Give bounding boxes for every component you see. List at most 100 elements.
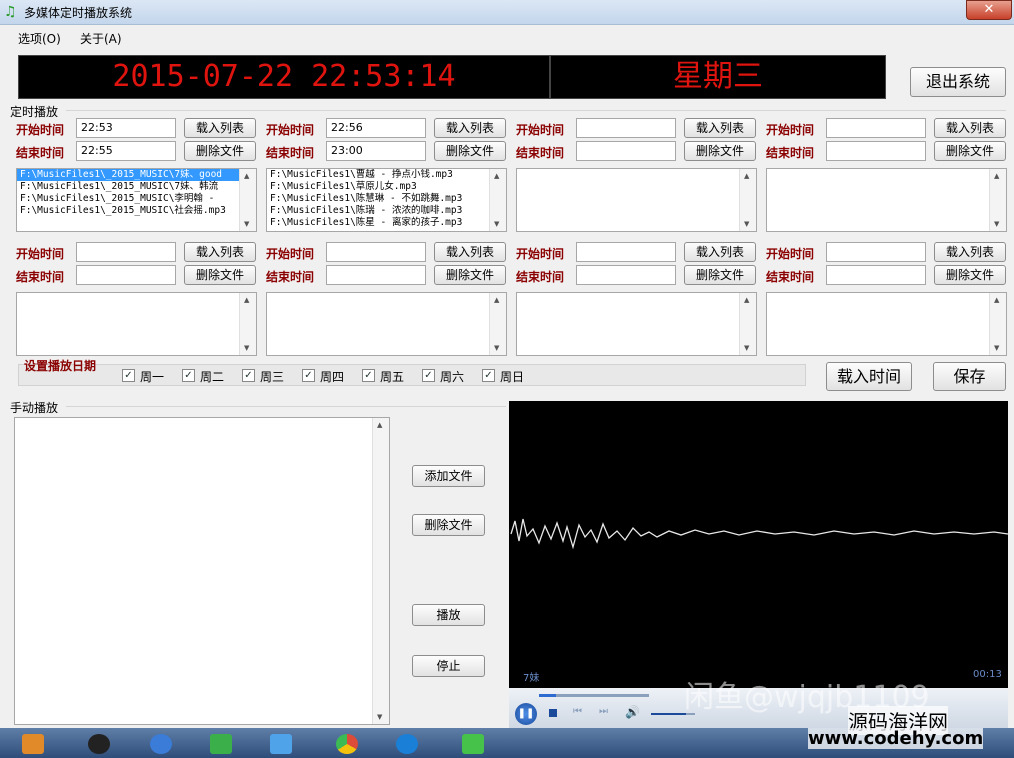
menu-options[interactable]: 选项(O) (18, 30, 61, 47)
close-button[interactable]: ✕ (966, 0, 1012, 20)
file-list-item[interactable]: F:\MusicFiles1\_2015_MUSIC\7妹、韩流 (17, 181, 256, 193)
scroll-down-icon[interactable]: ▼ (744, 220, 749, 228)
day-1-checkbox[interactable]: ✓ (122, 369, 135, 382)
slot-1-load-list-button[interactable]: 载入列表 (184, 118, 256, 138)
scroll-down-icon[interactable]: ▼ (994, 220, 999, 228)
app-taskbar-icon[interactable] (462, 734, 484, 754)
scroll-up-icon[interactable]: ▲ (744, 172, 749, 180)
slot-2-scrollbar[interactable]: ▲ ▼ (489, 169, 506, 231)
slot-5-scrollbar[interactable]: ▲ ▼ (239, 293, 256, 355)
play-button[interactable]: 播放 (412, 604, 485, 626)
file-list-item[interactable]: F:\MusicFiles1\_2015_MUSIC\7妹、good (17, 169, 256, 181)
slot-6-delete-file-button[interactable]: 删除文件 (434, 265, 506, 285)
scroll-down-icon[interactable]: ▼ (744, 344, 749, 352)
slot-2-start-input[interactable]: 22:56 (326, 118, 426, 138)
scroll-down-icon[interactable]: ▼ (244, 220, 249, 228)
day-6-checkbox[interactable]: ✓ (422, 369, 435, 382)
kugou-icon[interactable] (396, 734, 418, 754)
media-player-taskbar-icon[interactable] (22, 734, 44, 754)
file-list-item[interactable]: F:\MusicFiles1\_2015_MUSIC\社会摇.mp3 (17, 205, 256, 217)
seek-bar[interactable] (539, 694, 649, 697)
slot-8-delete-file-button[interactable]: 删除文件 (934, 265, 1006, 285)
slot-5-load-list-button[interactable]: 载入列表 (184, 242, 256, 262)
slot-3-load-list-button[interactable]: 载入列表 (684, 118, 756, 138)
slot-4-delete-file-button[interactable]: 删除文件 (934, 141, 1006, 161)
slot-6-scrollbar[interactable]: ▲ ▼ (489, 293, 506, 355)
slot-8-load-list-button[interactable]: 载入列表 (934, 242, 1006, 262)
exit-system-button[interactable]: 退出系统 (910, 67, 1006, 97)
slot-7-scrollbar[interactable]: ▲ ▼ (739, 293, 756, 355)
music-player-icon[interactable] (210, 734, 232, 754)
slot-7-file-list[interactable]: ▲ ▼ (516, 292, 757, 356)
slot-6-start-input[interactable] (326, 242, 426, 262)
scroll-up-icon[interactable]: ▲ (244, 296, 249, 304)
next-icon[interactable]: ⏭ (599, 706, 608, 717)
day-2-checkbox[interactable]: ✓ (182, 369, 195, 382)
slot-3-end-input[interactable] (576, 141, 676, 161)
manual-delete-file-button[interactable]: 删除文件 (412, 514, 485, 536)
slot-1-file-list[interactable]: F:\MusicFiles1\_2015_MUSIC\7妹、good F:\Mus… (16, 168, 257, 232)
slot-4-file-list[interactable]: ▲ ▼ (766, 168, 1007, 232)
load-time-button[interactable]: 载入时间 (826, 362, 912, 391)
slot-8-end-input[interactable] (826, 265, 926, 285)
slot-4-start-input[interactable] (826, 118, 926, 138)
stop-icon[interactable] (549, 709, 557, 717)
slot-4-scrollbar[interactable]: ▲ ▼ (989, 169, 1006, 231)
volume-icon[interactable]: 🔊 (625, 705, 640, 719)
slot-2-load-list-button[interactable]: 载入列表 (434, 118, 506, 138)
file-list-item[interactable]: F:\MusicFiles1\陈慧琳 - 不如跳舞.mp3 (267, 193, 506, 205)
day-3-checkbox[interactable]: ✓ (242, 369, 255, 382)
slot-4-load-list-button[interactable]: 载入列表 (934, 118, 1006, 138)
slot-6-file-list[interactable]: ▲ ▼ (266, 292, 507, 356)
scroll-up-icon[interactable]: ▲ (494, 296, 499, 304)
slot-4-end-input[interactable] (826, 141, 926, 161)
file-list-item[interactable]: F:\MusicFiles1\陈星 - 离家的孩子.mp3 (267, 217, 506, 229)
scroll-up-icon[interactable]: ▲ (994, 296, 999, 304)
slot-7-delete-file-button[interactable]: 删除文件 (684, 265, 756, 285)
file-list-item[interactable]: F:\MusicFiles1\草原儿女.mp3 (267, 181, 506, 193)
slot-3-file-list[interactable]: ▲ ▼ (516, 168, 757, 232)
chrome-icon[interactable] (336, 734, 358, 754)
browser-icon[interactable] (150, 734, 172, 754)
slot-1-start-input[interactable]: 22:53 (76, 118, 176, 138)
slot-7-end-input[interactable] (576, 265, 676, 285)
slot-5-start-input[interactable] (76, 242, 176, 262)
qq-icon[interactable] (88, 734, 110, 754)
slot-2-end-input[interactable]: 23:00 (326, 141, 426, 161)
scroll-up-icon[interactable]: ▲ (244, 172, 249, 180)
scroll-up-icon[interactable]: ▲ (744, 296, 749, 304)
scroll-down-icon[interactable]: ▼ (994, 344, 999, 352)
slot-8-scrollbar[interactable]: ▲ ▼ (989, 293, 1006, 355)
slot-5-file-list[interactable]: ▲ ▼ (16, 292, 257, 356)
slot-6-load-list-button[interactable]: 载入列表 (434, 242, 506, 262)
slot-7-start-input[interactable] (576, 242, 676, 262)
day-5-checkbox[interactable]: ✓ (362, 369, 375, 382)
scroll-up-icon[interactable]: ▲ (377, 421, 382, 429)
day-7-checkbox[interactable]: ✓ (482, 369, 495, 382)
slot-1-scrollbar[interactable]: ▲ ▼ (239, 169, 256, 231)
slot-5-end-input[interactable] (76, 265, 176, 285)
slot-5-delete-file-button[interactable]: 删除文件 (184, 265, 256, 285)
save-button[interactable]: 保存 (933, 362, 1006, 391)
slot-6-end-input[interactable] (326, 265, 426, 285)
scroll-up-icon[interactable]: ▲ (994, 172, 999, 180)
scroll-down-icon[interactable]: ▼ (494, 344, 499, 352)
slot-1-end-input[interactable]: 22:55 (76, 141, 176, 161)
slot-1-delete-file-button[interactable]: 删除文件 (184, 141, 256, 161)
add-file-button[interactable]: 添加文件 (412, 465, 485, 487)
slot-3-delete-file-button[interactable]: 删除文件 (684, 141, 756, 161)
stop-button[interactable]: 停止 (412, 655, 485, 677)
slot-7-load-list-button[interactable]: 载入列表 (684, 242, 756, 262)
slot-2-delete-file-button[interactable]: 删除文件 (434, 141, 506, 161)
previous-icon[interactable]: ⏮ (573, 706, 582, 717)
scroll-down-icon[interactable]: ▼ (494, 220, 499, 228)
slot-3-scrollbar[interactable]: ▲ ▼ (739, 169, 756, 231)
slot-3-start-input[interactable] (576, 118, 676, 138)
scroll-down-icon[interactable]: ▼ (244, 344, 249, 352)
slot-2-file-list[interactable]: F:\MusicFiles1\曹越 - 挣点小钱.mp3 F:\MusicFile… (266, 168, 507, 232)
scroll-down-icon[interactable]: ▼ (377, 713, 382, 721)
slot-8-start-input[interactable] (826, 242, 926, 262)
file-list-item[interactable]: F:\MusicFiles1\陈瑞 - 浓浓的咖啡.mp3 (267, 205, 506, 217)
manual-playlist[interactable]: ▲ ▼ (14, 417, 390, 725)
day-4-checkbox[interactable]: ✓ (302, 369, 315, 382)
